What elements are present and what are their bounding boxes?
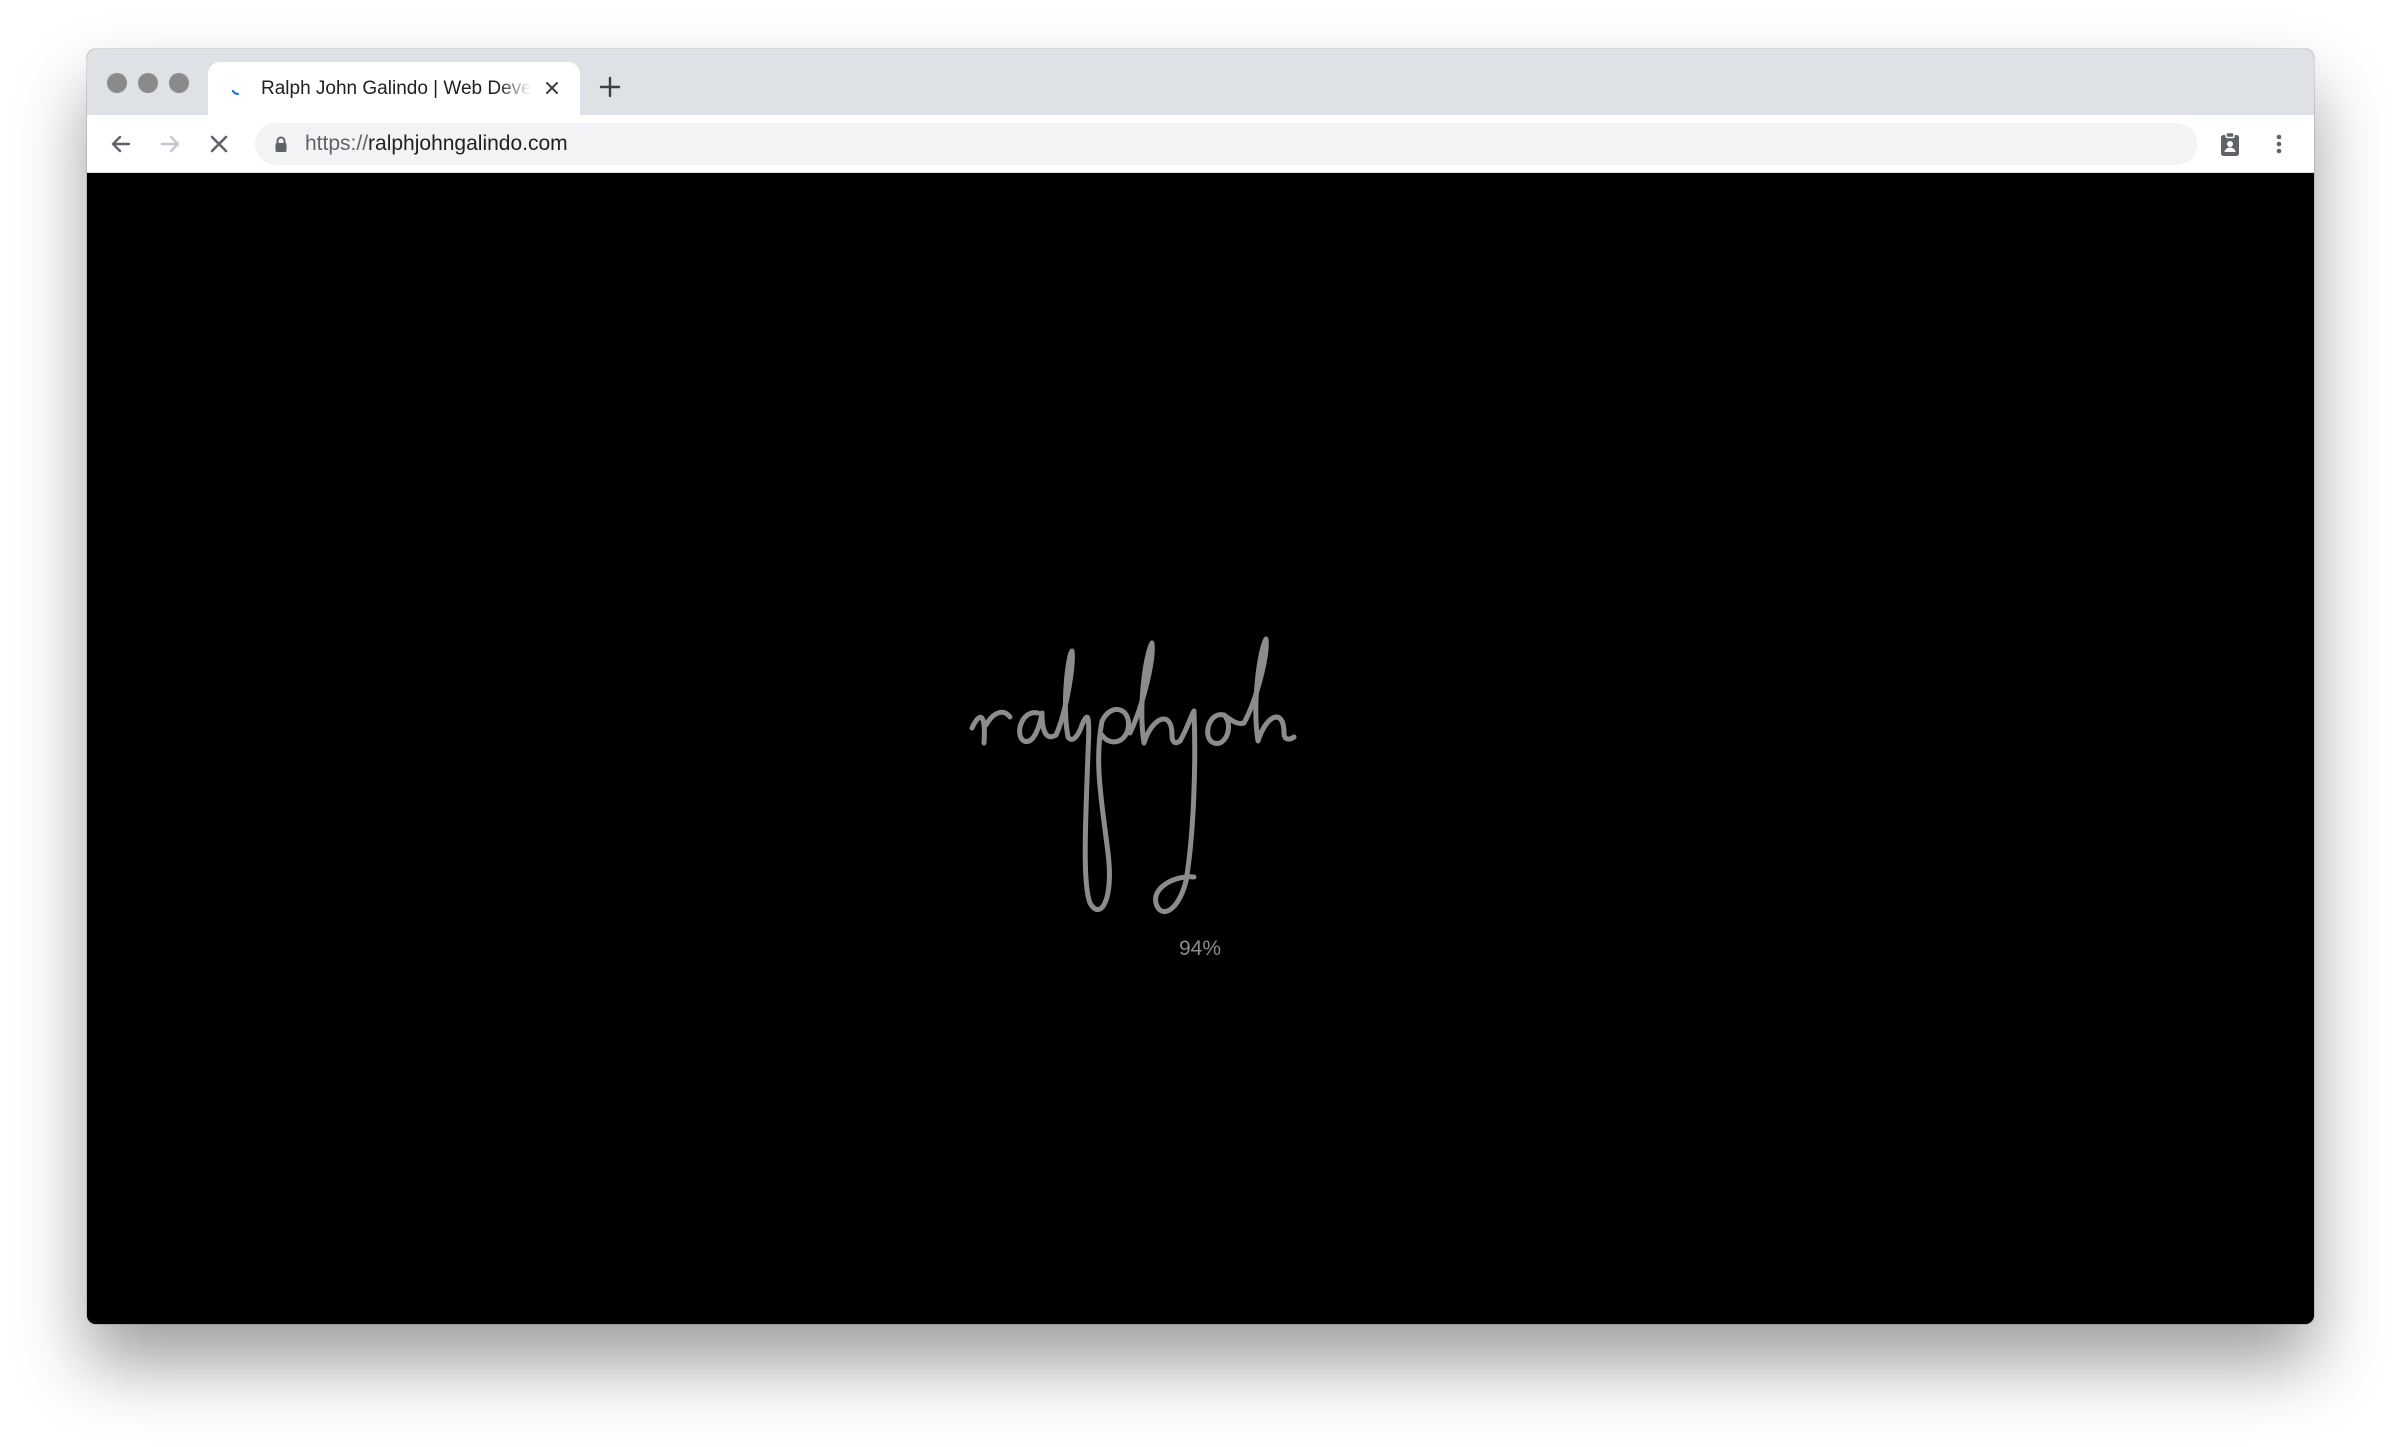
url-host: ralphjohngalindo.com (368, 132, 568, 155)
tab-close-icon[interactable] (541, 77, 563, 99)
url-scheme: https:// (305, 132, 369, 155)
url-text: https://ralphjohngalindo.com (305, 123, 568, 165)
page-content: 94% (87, 173, 2314, 1324)
stop-loading-icon[interactable] (205, 130, 233, 158)
browser-window: Ralph John Galindo | Web Developer https… (87, 49, 2314, 1324)
clipboard-badge-icon[interactable] (2216, 130, 2244, 158)
loading-progress-text: 94% (1178, 937, 1222, 960)
loading-spinner-icon (231, 89, 240, 96)
arrow-right-icon[interactable] (156, 130, 184, 158)
kebab-menu-icon[interactable] (2265, 130, 2293, 158)
address-bar[interactable]: https://ralphjohngalindo.com (255, 123, 2197, 165)
tab-strip: Ralph John Galindo | Web Developer (87, 49, 2314, 115)
new-tab-button[interactable] (597, 74, 623, 100)
window-minimize-button[interactable] (138, 73, 158, 93)
tab-active[interactable]: Ralph John Galindo | Web Developer (208, 62, 580, 115)
window-close-button[interactable] (107, 73, 127, 93)
arrow-left-icon[interactable] (107, 130, 135, 158)
window-zoom-button[interactable] (169, 73, 189, 93)
browser-toolbar: https://ralphjohngalindo.com (87, 115, 2314, 173)
lock-icon (275, 136, 287, 152)
signature-logo (969, 636, 1297, 914)
tab-title: Ralph John Galindo | Web Developer (261, 78, 531, 99)
